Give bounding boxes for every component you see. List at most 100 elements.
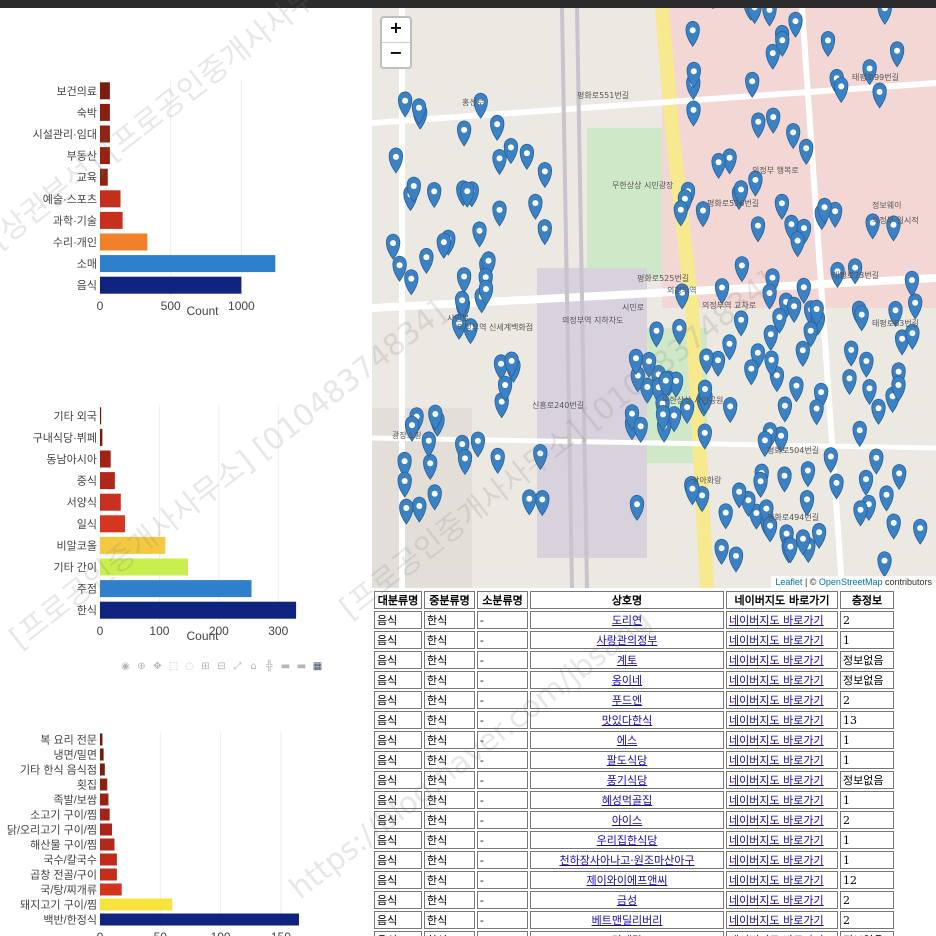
naver-map-link[interactable]: 네이버지도 바로가기 (729, 714, 824, 727)
map-label: 의정부역 신세계백화점 (457, 322, 533, 332)
table-row: 음식 한식 - 천하장사아나고·원조마산아구 네이버지도 바로가기 1 (374, 851, 894, 869)
bar[interactable] (100, 838, 115, 851)
bar[interactable] (100, 82, 110, 100)
store-name-link[interactable]: 금성 (617, 894, 637, 907)
store-name-link[interactable]: 천하장사아나고·원조마산아구 (559, 854, 694, 867)
lasso-icon[interactable]: ◌ (184, 661, 195, 672)
cell-major: 음식 (374, 671, 422, 689)
store-name-link[interactable]: 맛있다한식 (602, 714, 653, 727)
bar[interactable] (100, 407, 102, 425)
bar[interactable] (100, 276, 242, 294)
store-name-link[interactable]: 팔도식당 (607, 754, 647, 767)
naver-map-link[interactable]: 네이버지도 바로가기 (729, 834, 824, 847)
bar[interactable] (100, 601, 297, 619)
pan-icon[interactable]: ✥ (152, 661, 163, 672)
zoom-in-button[interactable]: + (382, 18, 410, 42)
bar[interactable] (100, 450, 111, 468)
cell-store-name: 제이와이에프앤씨 (530, 871, 724, 889)
bar[interactable] (100, 428, 103, 446)
bar[interactable] (100, 778, 108, 791)
map-label: 태평로73번길 (832, 270, 879, 280)
store-name-link[interactable]: 사랑관의정부 (597, 634, 658, 647)
cell-major: 음식 (374, 651, 422, 669)
bar[interactable] (100, 868, 117, 881)
naver-map-link[interactable]: 네이버지도 바로가기 (729, 794, 824, 807)
plotly-logo-icon[interactable]: ▦ (312, 661, 323, 672)
bar[interactable] (100, 125, 110, 143)
bar[interactable] (100, 536, 166, 554)
store-name-link[interactable]: 우리집한식당 (597, 834, 658, 847)
naver-map-link[interactable]: 네이버지도 바로가기 (729, 774, 824, 787)
bar[interactable] (100, 913, 299, 926)
zoom-in-icon[interactable]: ⊞ (200, 661, 211, 672)
cell-floor: 13 (840, 711, 894, 729)
zoom-out-icon[interactable]: ⊟ (216, 661, 227, 672)
bar[interactable] (100, 748, 104, 761)
autoscale-icon[interactable]: ⤢ (232, 661, 243, 672)
naver-map-link[interactable]: 네이버지도 바로가기 (729, 654, 824, 667)
store-name-link[interactable]: 아이스 (612, 814, 642, 827)
store-name-link[interactable]: 제이와이에프앤씨 (587, 874, 668, 887)
y-tick-label: 국/탕/찌개류 (40, 884, 97, 897)
naver-map-link[interactable]: 네이버지도 바로가기 (729, 894, 824, 907)
y-tick-label: 서양식 (67, 496, 97, 509)
bar[interactable] (100, 103, 110, 121)
bar[interactable] (100, 190, 121, 208)
spike-icon[interactable]: ╬ (264, 661, 275, 672)
naver-map-link[interactable]: 네이버지도 바로가기 (729, 754, 824, 767)
store-name-link[interactable]: 푸드엔 (612, 694, 642, 707)
naver-map-link[interactable]: 네이버지도 바로가기 (729, 874, 824, 887)
leaflet-map[interactable]: 홍선로 평화로551번길 평화로536번길 평화로525번길 의정부역 시민로 의정부역 신… (372, 8, 936, 588)
bar[interactable] (100, 580, 252, 598)
bar[interactable] (100, 793, 109, 806)
bar[interactable] (100, 515, 125, 533)
header-store-name: 상호명 (530, 591, 724, 609)
bar[interactable] (100, 168, 108, 186)
osm-link[interactable]: OpenStreetMap (819, 577, 883, 587)
map-label: 평화로536번길 (707, 198, 759, 208)
naver-map-link[interactable]: 네이버지도 바로가기 (729, 914, 824, 927)
naver-map-link[interactable]: 네이버지도 바로가기 (729, 614, 824, 627)
bar[interactable] (100, 883, 122, 896)
hover-closest-icon[interactable]: ▬ (280, 661, 291, 672)
bar[interactable] (100, 147, 110, 165)
camera-icon[interactable]: ◉ (120, 661, 131, 672)
bar[interactable] (100, 763, 105, 776)
bar[interactable] (100, 472, 115, 490)
store-name-link[interactable]: 도리연 (612, 614, 642, 627)
naver-map-link[interactable]: 네이버지도 바로가기 (729, 634, 824, 647)
naver-map-link[interactable]: 네이버지도 바로가기 (729, 854, 824, 867)
bar[interactable] (100, 733, 103, 746)
zoom-out-button[interactable]: − (382, 42, 410, 67)
bar[interactable] (100, 493, 121, 511)
cell-naver-link: 네이버지도 바로가기 (726, 911, 838, 929)
leaflet-link[interactable]: Leaflet (775, 577, 802, 587)
hover-compare-icon[interactable]: ▬ (296, 661, 307, 672)
bar[interactable] (100, 808, 110, 821)
store-name-link[interactable]: 풍기식당 (607, 774, 647, 787)
naver-map-link[interactable]: 네이버지도 바로가기 (729, 674, 824, 687)
cell-naver-link: 네이버지도 바로가기 (726, 891, 838, 909)
store-name-link[interactable]: 에스 (617, 734, 637, 747)
reset-axes-icon[interactable]: ⌂ (248, 661, 259, 672)
map-tiles[interactable]: 홍선로 평화로551번길평화로536번길평화로525번길의정부역시민로의정부역 신… (372, 8, 936, 588)
bar[interactable] (100, 211, 123, 229)
store-name-link[interactable]: 혜성먹골집 (602, 794, 653, 807)
y-tick-label: 주점 (77, 583, 97, 596)
bar[interactable] (100, 853, 117, 866)
y-tick-label: 구내식당·뷔페 (33, 431, 97, 444)
naver-map-link[interactable]: 네이버지도 바로가기 (729, 694, 824, 707)
box-select-icon[interactable]: ⬚ (168, 661, 179, 672)
naver-map-link[interactable]: 네이버지도 바로가기 (729, 814, 824, 827)
store-name-link[interactable]: 옹이네 (612, 674, 642, 687)
bar[interactable] (100, 255, 276, 273)
store-name-link[interactable]: 베트맨딜리버리 (592, 914, 663, 927)
zoom-icon[interactable]: ⊕ (136, 661, 147, 672)
bar[interactable] (100, 898, 173, 911)
bar[interactable] (100, 823, 113, 836)
bar[interactable] (100, 558, 188, 576)
naver-map-link[interactable]: 네이버지도 바로가기 (729, 734, 824, 747)
bar[interactable] (100, 233, 148, 251)
store-name-link[interactable]: 계토 (617, 654, 637, 667)
cell-minor: - (477, 771, 528, 789)
